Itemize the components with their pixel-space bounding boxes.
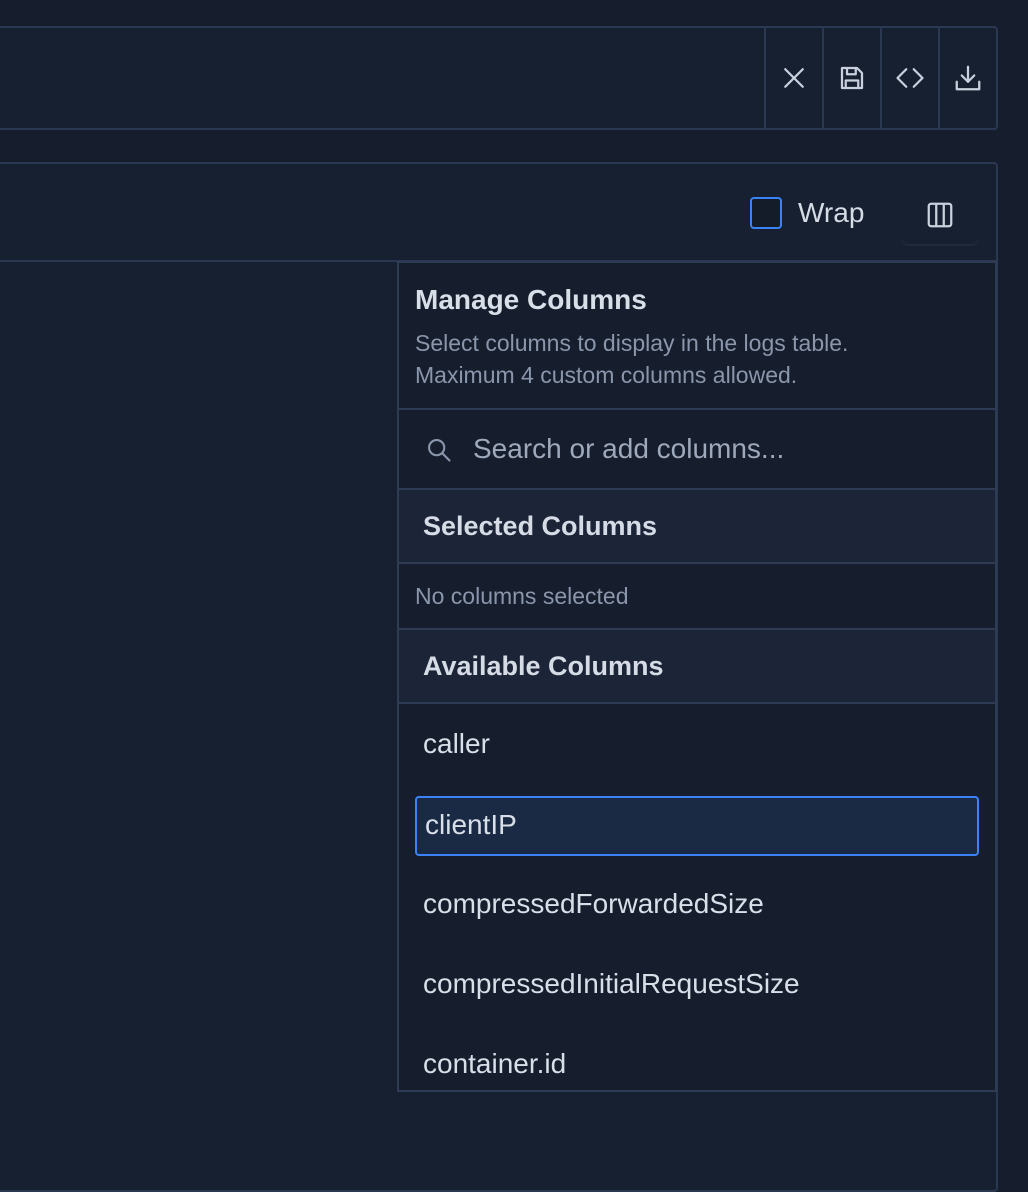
description-line-1: Select columns to display in the logs ta… bbox=[415, 330, 849, 356]
available-columns-heading: Available Columns bbox=[399, 630, 995, 704]
column-option-focused[interactable]: clientIP bbox=[399, 784, 995, 864]
columns-icon bbox=[927, 202, 953, 228]
available-columns-list: caller clientIP compressedForwardedSize … bbox=[399, 704, 995, 1090]
close-icon bbox=[784, 68, 804, 88]
manage-columns-header: Manage Columns Select columns to display… bbox=[399, 263, 995, 410]
query-toolbar bbox=[0, 26, 998, 130]
download-button[interactable] bbox=[938, 28, 996, 128]
download-icon bbox=[955, 65, 981, 91]
selected-columns-empty: No columns selected bbox=[399, 564, 995, 630]
column-option[interactable]: compressedForwardedSize bbox=[399, 864, 995, 944]
column-option[interactable]: caller bbox=[399, 704, 995, 784]
code-icon bbox=[896, 68, 924, 88]
manage-columns-button[interactable] bbox=[902, 186, 978, 244]
wrap-toggle[interactable]: Wrap bbox=[750, 196, 864, 230]
column-option[interactable]: container.id bbox=[399, 1024, 995, 1090]
save-button[interactable] bbox=[822, 28, 880, 128]
manage-columns-title: Manage Columns bbox=[415, 284, 647, 315]
manage-columns-dropdown: Manage Columns Select columns to display… bbox=[397, 261, 997, 1092]
logs-panel-header: Wrap bbox=[0, 164, 996, 262]
wrap-checkbox[interactable] bbox=[750, 197, 782, 229]
search-icon bbox=[428, 439, 451, 462]
description-line-2: Maximum 4 custom columns allowed. bbox=[415, 362, 798, 388]
save-icon bbox=[840, 66, 864, 90]
column-option[interactable]: compressedInitialRequestSize bbox=[399, 944, 995, 1024]
manage-columns-description: Select columns to display in the logs ta… bbox=[415, 327, 979, 391]
column-search-input[interactable] bbox=[471, 426, 971, 472]
selected-columns-heading: Selected Columns bbox=[399, 490, 995, 564]
close-button[interactable] bbox=[764, 28, 822, 128]
wrap-label: Wrap bbox=[798, 197, 865, 228]
column-search bbox=[399, 410, 995, 490]
code-button[interactable] bbox=[880, 28, 938, 128]
